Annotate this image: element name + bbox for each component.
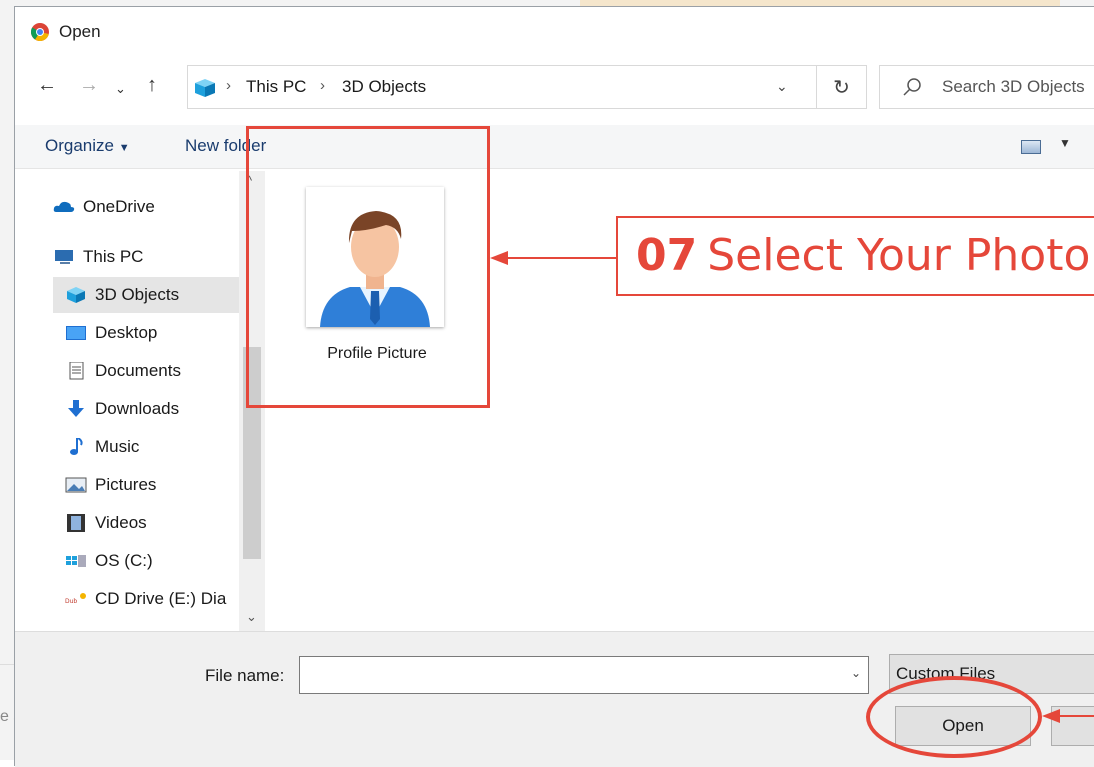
- recent-locations-chevron-icon[interactable]: ⌄: [115, 79, 126, 99]
- cube-icon: [67, 287, 85, 303]
- sidebar-item-videos[interactable]: Videos: [53, 505, 253, 541]
- dialog-titlebar: Open: [15, 7, 1094, 55]
- command-toolbar: Organize ▼ New folder ▼: [15, 125, 1094, 169]
- refresh-icon: ↻: [833, 76, 850, 99]
- organize-menu-button[interactable]: Organize ▼: [45, 136, 130, 156]
- breadcrumb-separator-icon: ›: [320, 77, 325, 94]
- sidebar-item-label: Music: [95, 437, 140, 456]
- breadcrumb-this-pc[interactable]: This PC: [246, 77, 306, 97]
- sidebar-item-label: OS (C:): [95, 551, 153, 570]
- step-number: 07: [636, 230, 698, 281]
- sidebar-item-label: Videos: [95, 513, 147, 532]
- chrome-logo-icon: [31, 23, 49, 41]
- step-callout-text: 07 Select Your Photo: [636, 230, 1090, 281]
- breadcrumb-separator-icon: ›: [226, 77, 231, 94]
- scroll-down-chevron-icon[interactable]: ⌄: [246, 609, 257, 625]
- step-callout: 07 Select Your Photo: [616, 216, 1094, 296]
- change-view-icon[interactable]: [1021, 140, 1041, 154]
- sidebar-item-cd-drive[interactable]: Dub CD Drive (E:) Dia: [53, 581, 253, 617]
- sidebar-item-label: CD Drive (E:) Dia: [95, 589, 227, 608]
- cancel-button[interactable]: [1051, 706, 1094, 746]
- highlight-circle: [866, 676, 1042, 758]
- sidebar-item-label: This PC: [83, 247, 144, 266]
- film-icon: [67, 514, 85, 532]
- sidebar-item-documents[interactable]: Documents: [53, 353, 253, 389]
- sidebar-item-label: Documents: [95, 361, 181, 380]
- sidebar-item-label: Downloads: [95, 399, 180, 418]
- address-bar[interactable]: › This PC › 3D Objects ⌄: [187, 65, 817, 109]
- music-note-icon: [70, 438, 83, 455]
- cloud-icon: [53, 201, 75, 212]
- navigation-pane: OneDrive This PC 3D Objects Desktop Docu…: [15, 171, 265, 631]
- download-arrow-icon: [68, 400, 84, 417]
- sidebar-item-3d-objects[interactable]: 3D Objects: [53, 277, 253, 313]
- caret-down-icon: ▼: [118, 142, 130, 154]
- view-options-caret-icon[interactable]: ▼: [1059, 136, 1071, 150]
- navigation-bar: ← → ⌄ ↑ › This PC › 3D Objects ⌄ ↻ Searc…: [15, 65, 1094, 109]
- forward-arrow-icon[interactable]: →: [79, 75, 99, 95]
- open-file-dialog: Open ← → ⌄ ↑ › This PC › 3D Objects ⌄ ↻: [14, 6, 1094, 767]
- picture-icon: [65, 477, 87, 493]
- sidebar-item-desktop[interactable]: Desktop: [53, 315, 253, 351]
- sidebar-item-music[interactable]: Music: [53, 429, 253, 465]
- file-name-label: File name:: [205, 666, 285, 685]
- search-icon: [903, 78, 921, 96]
- up-arrow-icon[interactable]: ↑: [147, 75, 157, 95]
- back-arrow-icon[interactable]: ←: [37, 75, 57, 95]
- sidebar-item-label: 3D Objects: [95, 285, 180, 304]
- refresh-button[interactable]: ↻: [817, 65, 867, 109]
- sidebar-item-onedrive[interactable]: OneDrive: [53, 189, 253, 225]
- document-icon: [69, 362, 84, 380]
- desktop-icon: [66, 326, 86, 340]
- sidebar-item-this-pc[interactable]: This PC: [53, 239, 253, 275]
- organize-label: Organize: [45, 136, 114, 155]
- search-placeholder: Search 3D Objects: [942, 77, 1085, 96]
- breadcrumb-3d-objects[interactable]: 3D Objects: [342, 77, 426, 97]
- computer-icon: [55, 250, 73, 264]
- sidebar-item-os-c[interactable]: OS (C:): [53, 543, 253, 579]
- search-input[interactable]: Search 3D Objects: [879, 65, 1094, 109]
- sidebar-item-label: OneDrive: [83, 197, 155, 216]
- highlight-rectangle: [246, 126, 490, 408]
- cd-drive-icon: Dub: [65, 593, 86, 605]
- file-name-history-chevron-icon[interactable]: ⌄: [851, 666, 861, 680]
- sidebar-item-downloads[interactable]: Downloads: [53, 391, 253, 427]
- sidebar-item-pictures[interactable]: Pictures: [53, 467, 253, 503]
- dialog-title: Open: [59, 22, 101, 41]
- sidebar-item-label: Desktop: [95, 323, 158, 342]
- sidebar-item-label: Pictures: [95, 475, 157, 494]
- file-name-input[interactable]: [299, 656, 869, 694]
- cube-icon: [195, 79, 215, 97]
- step-instruction: Select Your Photo: [707, 230, 1091, 281]
- svg-text:Dub: Dub: [65, 598, 77, 605]
- windows-drive-icon: [66, 555, 86, 567]
- address-history-chevron-icon[interactable]: ⌄: [776, 78, 788, 95]
